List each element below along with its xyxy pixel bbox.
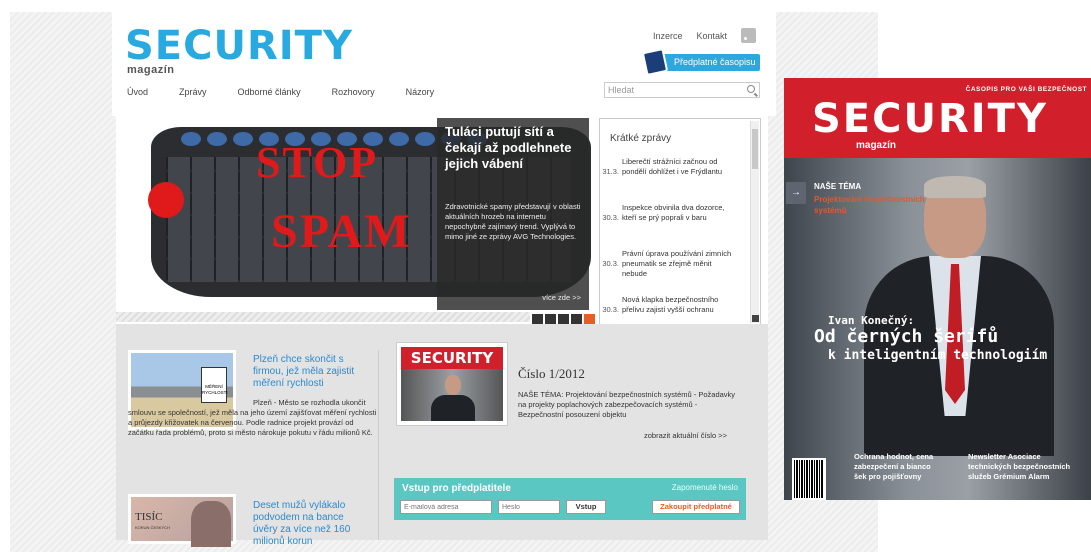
short-news-item[interactable]: 31.3. Liberečtí strážníci začnou od pond… — [600, 157, 744, 177]
spam-text: SPAM — [271, 205, 412, 258]
issue-logo: SECURITY — [401, 347, 503, 369]
article-title[interactable]: Deset mužů vylákalo podvodem na bance úv… — [253, 500, 361, 548]
banknote-portrait — [191, 501, 231, 547]
featured-slider: STOP SPAM Tuláci putují sítí a čekají až… — [116, 104, 768, 326]
issue-title[interactable]: Číslo 1/2012 — [518, 366, 585, 382]
issue-cover-thumb[interactable]: SECURITY — [396, 342, 508, 426]
password-field[interactable] — [498, 500, 560, 514]
nav-item-odborne-clanky[interactable]: Odborné články — [238, 87, 301, 97]
issue-description: NAŠE TÉMA: Projektování bezpečnostních s… — [518, 390, 736, 419]
issue-cover-photo — [401, 369, 503, 421]
short-news-date: 30.3. — [602, 213, 619, 222]
forgot-password-link[interactable]: Zapomenuté heslo — [672, 483, 738, 492]
site-header: SECURITY magazín Inzerce Kontakt Předpla… — [112, 12, 776, 116]
short-news-scrollbar[interactable] — [750, 121, 759, 323]
banknote-text: TISÍC — [135, 511, 163, 523]
screenshot-root: SECURITY magazín Inzerce Kontakt Předpla… — [0, 0, 1091, 552]
cover-theme: Projektování bezpečnostních systémů — [814, 195, 925, 215]
banknote-sub: KORUN ČESKÝCH — [135, 525, 170, 530]
link-kontakt[interactable]: Kontakt — [696, 31, 727, 41]
main-content: MĚŘENÍ RYCHLOSTI Plzeň chce skončit s fi… — [116, 324, 768, 547]
subscribe-label: Předplatné časopisu — [674, 57, 756, 67]
short-news-text[interactable]: Inspekce obvinila dva dozorce, kteří se … — [622, 203, 738, 223]
cover-logo-sub: magazín — [856, 140, 897, 151]
short-news-item[interactable]: 30.3. Nová klapka bezpečnostního přelivu… — [600, 295, 744, 315]
short-news-title: Krátké zprávy — [610, 133, 672, 144]
slider-progress-bar — [116, 312, 530, 322]
article-title[interactable]: Plzeň chce skončit s firmou, jež měla za… — [253, 354, 361, 390]
nav-item-zpravy[interactable]: Zprávy — [179, 87, 207, 97]
stop-text: STOP — [256, 138, 379, 187]
nav-item-rozhovory[interactable]: Rozhovory — [332, 87, 375, 97]
short-news-box: Krátké zprávy 31.3. Liberečtí strážníci … — [599, 118, 761, 326]
rss-icon[interactable] — [741, 28, 756, 43]
login-title: Vstup pro předplatitele — [402, 483, 511, 494]
search-icon[interactable] — [747, 85, 755, 93]
short-news-item[interactable]: 30.3. Inspekce obvinila dva dozorce, kte… — [600, 203, 744, 223]
nav-item-uvod[interactable]: Úvod — [127, 87, 148, 97]
barcode — [792, 458, 826, 500]
scrollbar-thumb[interactable] — [752, 129, 758, 169]
buy-subscription-button[interactable]: Zakoupit předplatné — [652, 500, 740, 514]
short-news-text[interactable]: Nová klapka bezpečnostního přelivu zajis… — [622, 295, 738, 315]
slide-more-link[interactable]: více zde >> — [542, 293, 581, 302]
cover-tagline: ČASOPIS PRO VAŠI BEZPEČNOST — [965, 86, 1087, 93]
subscribe-button[interactable]: Předplatné časopisu — [641, 47, 760, 77]
email-field[interactable] — [400, 500, 492, 514]
short-news-item[interactable]: 30.3. Právní úprava používání zimních pn… — [600, 249, 744, 279]
arrow-right-icon: → — [786, 182, 806, 204]
short-news-date: 30.3. — [602, 305, 619, 314]
magazine-mini-icon — [641, 47, 669, 77]
bomb-icon — [148, 182, 184, 218]
slide-text: Zdravotnické spamy představují v oblasti… — [445, 202, 581, 241]
article-image-banknote[interactable]: TISÍC KORUN ČESKÝCH — [128, 494, 236, 547]
cover-headline-2: k inteligentním technologiím — [828, 348, 1048, 363]
column-divider — [378, 350, 379, 540]
short-news-text[interactable]: Liberečtí strážníci začnou od pondělí do… — [622, 157, 738, 177]
short-news-date: 31.3. — [602, 167, 619, 176]
cover-theme-label: NAŠE TÉMA — [814, 182, 862, 191]
login-submit-button[interactable]: Vstup — [566, 500, 606, 514]
short-news-date: 30.3. — [602, 259, 619, 268]
slide-caption: Tuláci putují sítí a čekají až podlehnet… — [437, 118, 589, 310]
link-inzerce[interactable]: Inzerce — [653, 31, 683, 41]
search-input[interactable]: Hledat — [604, 82, 760, 98]
current-issue-link[interactable]: zobrazit aktuální číslo >> — [644, 431, 727, 440]
top-links: Inzerce Kontakt — [653, 28, 756, 43]
short-news-text[interactable]: Právní úprava používání zimních pneumati… — [622, 249, 738, 279]
cover-teaser-right: Newsletter Asociace technických bezpečno… — [968, 452, 1071, 481]
cover-headline: Od černých šerifů — [814, 326, 999, 347]
magazine-cover: ČASOPIS PRO VAŠI BEZPEČNOST SECURITY mag… — [784, 78, 1091, 500]
scroll-down-icon[interactable] — [752, 315, 759, 322]
article-text: Plzeň - Město se rozhodla ukončit smlouv… — [128, 398, 377, 437]
site-logo[interactable]: SECURITY — [125, 26, 353, 66]
cover-logo: SECURITY — [812, 96, 1048, 142]
nav-item-nazory[interactable]: Názory — [406, 87, 435, 97]
subscriber-login-box: Vstup pro předplatitele Zapomenuté heslo… — [394, 478, 746, 520]
cover-teaser-left: Ochrana hodnot, cena zabezpečení a bianc… — [854, 452, 934, 481]
slide-title[interactable]: Tuláci putují sítí a čekají až podlehnet… — [445, 124, 581, 172]
site-logo-sub: magazín — [127, 64, 175, 76]
cover-masthead: ČASOPIS PRO VAŠI BEZPEČNOST SECURITY mag… — [784, 78, 1091, 158]
search-placeholder: Hledat — [608, 85, 635, 95]
